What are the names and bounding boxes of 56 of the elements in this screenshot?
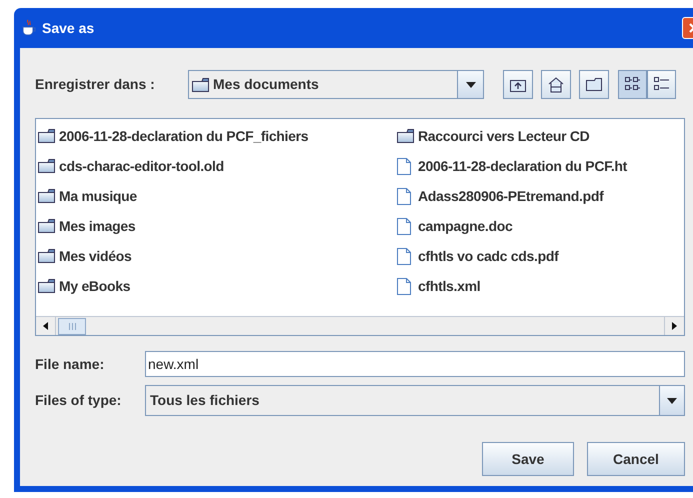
folder-item[interactable]: Mes images xyxy=(59,216,136,236)
new-folder-button[interactable] xyxy=(579,70,609,99)
look-in-dropdown[interactable]: Mes documents xyxy=(188,70,484,99)
file-type-label: Files of type: xyxy=(35,391,122,410)
folder-icon xyxy=(192,78,209,92)
folder-icon xyxy=(38,159,55,173)
file-item[interactable]: campagne.doc xyxy=(418,216,512,236)
folder-item[interactable]: My eBooks xyxy=(59,276,130,296)
file-item[interactable]: Adass280906-PEtremand.pdf xyxy=(418,186,604,206)
list-view-icon xyxy=(624,77,640,92)
folder-icon xyxy=(38,279,55,293)
folder-item[interactable]: Mes vidéos xyxy=(59,246,132,266)
home-icon xyxy=(548,76,564,92)
document-icon xyxy=(397,188,411,204)
scroll-thumb[interactable] xyxy=(58,318,86,334)
folder-up-icon xyxy=(510,78,526,92)
document-icon xyxy=(397,278,411,294)
file-item[interactable]: 2006-11-28-declaration du PCF.ht xyxy=(418,156,628,176)
file-item[interactable]: cfhtls vo cadc cds.pdf xyxy=(418,246,558,266)
folder-icon xyxy=(586,78,602,91)
home-button[interactable] xyxy=(541,70,571,99)
horizontal-scrollbar[interactable] xyxy=(36,316,684,335)
look-in-value: Mes documents xyxy=(213,75,319,94)
grip-icon xyxy=(68,322,76,330)
cancel-button[interactable]: Cancel xyxy=(587,442,685,476)
folder-item[interactable]: cds-charac-editor-tool.old xyxy=(59,156,224,176)
document-icon xyxy=(397,158,411,174)
folder-item[interactable]: Raccourci vers Lecteur CD xyxy=(418,126,590,146)
folder-item[interactable]: Ma musique xyxy=(59,186,137,206)
file-type-dropdown[interactable]: Tous les fichiers xyxy=(145,385,685,416)
list-view-button[interactable] xyxy=(618,70,647,99)
details-view-button[interactable] xyxy=(647,70,676,99)
window-title: Save as xyxy=(42,18,94,38)
left-arrow-icon xyxy=(43,322,48,330)
folder-icon xyxy=(397,129,414,143)
caret-icon xyxy=(466,82,476,88)
folder-icon xyxy=(38,189,55,203)
file-item[interactable]: cfhtls.xml xyxy=(418,276,480,296)
folder-icon xyxy=(38,129,55,143)
file-type-value: Tous les fichiers xyxy=(149,391,260,410)
details-view-icon xyxy=(654,77,670,92)
folder-icon xyxy=(38,249,55,263)
save-button[interactable]: Save xyxy=(482,442,574,476)
document-icon xyxy=(397,218,411,234)
up-folder-button[interactable] xyxy=(503,70,533,99)
caret-icon xyxy=(667,398,677,404)
coffee-cup-icon xyxy=(22,19,36,37)
folder-item[interactable]: 2006-11-28-declaration du PCF_fichiers xyxy=(59,126,308,146)
file-name-label: File name: xyxy=(35,354,106,374)
right-arrow-icon xyxy=(672,322,677,330)
look-in-label: Enregistrer dans : xyxy=(35,75,156,94)
document-icon xyxy=(397,248,411,264)
file-name-field[interactable]: new.xml xyxy=(145,351,685,377)
dropdown-arrow-button[interactable] xyxy=(457,71,483,98)
folder-icon xyxy=(38,219,55,233)
dropdown-arrow-button[interactable] xyxy=(659,386,684,415)
